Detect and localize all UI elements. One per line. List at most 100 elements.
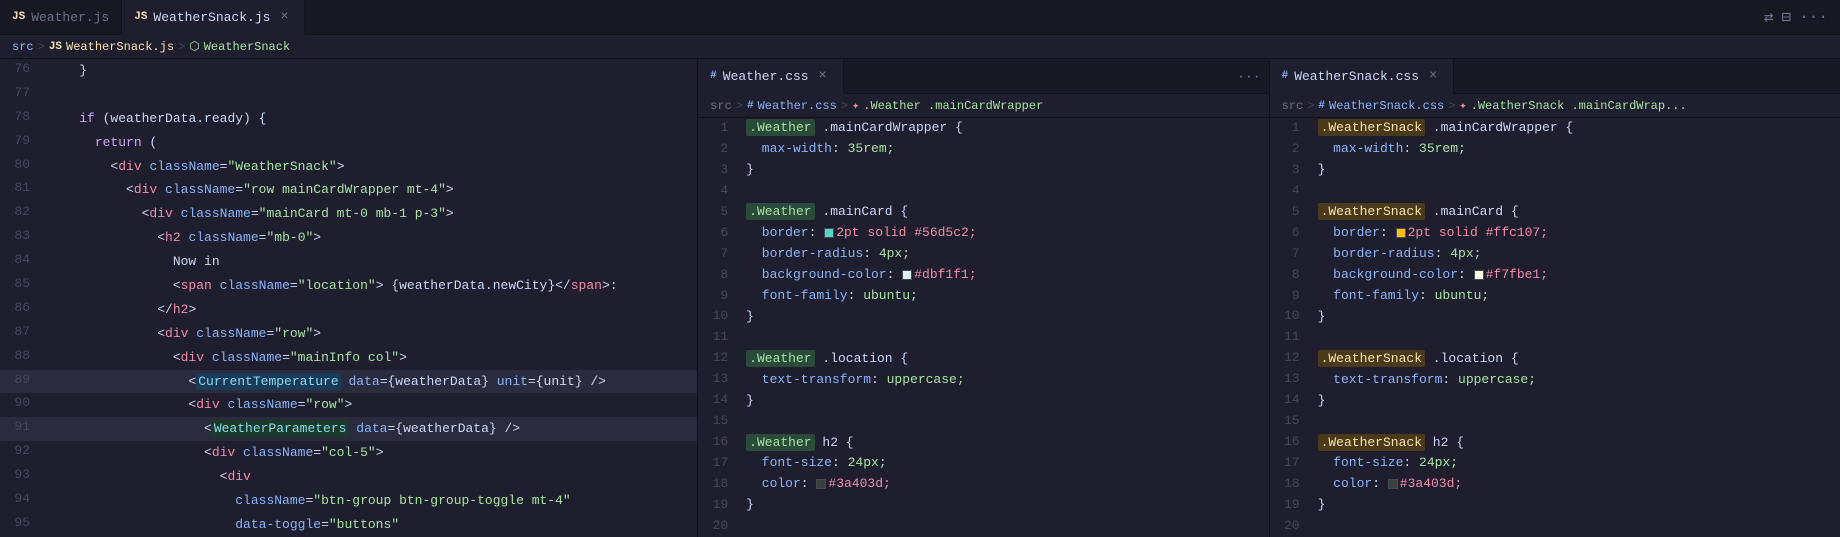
css-line-2: 2 max-width: 35rem; bbox=[698, 139, 1268, 160]
line-code: if (weatherData.ready) { bbox=[40, 107, 697, 131]
line-code: } bbox=[738, 390, 1268, 411]
js-code-area[interactable]: 76 } 77 78 if (weatherData.ready) { 79 r… bbox=[0, 59, 697, 537]
line-number: 20 bbox=[698, 516, 738, 537]
tab-weathercss-label: Weather.css bbox=[723, 69, 809, 84]
line-number: 88 bbox=[0, 346, 40, 370]
css-line-16: 16 .WeatherSnack h2 { bbox=[1270, 432, 1840, 453]
bc3-selector: .WeatherSnack .mainCardWrap... bbox=[1471, 99, 1687, 113]
css-line-8: 8 background-color: #f7fbe1; bbox=[1270, 265, 1840, 286]
line-number: 83 bbox=[0, 226, 40, 250]
line-number: 12 bbox=[1270, 348, 1310, 369]
bc2-file: Weather.css bbox=[758, 99, 837, 113]
line-number: 2 bbox=[1270, 139, 1310, 160]
line-code: <div className="mainInfo col"> bbox=[40, 346, 697, 370]
line-number: 82 bbox=[0, 202, 40, 226]
line-code: <div className="col-5"> bbox=[40, 441, 697, 465]
main-tab-bar: JS Weather.js JS WeatherSnack.js × ⇄ ⊟ ·… bbox=[0, 0, 1840, 35]
tab-weathercss[interactable]: # Weather.css × bbox=[698, 59, 843, 94]
line-number: 3 bbox=[1270, 160, 1310, 181]
code-line-76: 76 } bbox=[0, 59, 697, 83]
line-number: 89 bbox=[0, 370, 40, 394]
css-line-6: 6 border: 2pt solid #ffc107; bbox=[1270, 223, 1840, 244]
close-weathersnackcss[interactable]: × bbox=[1425, 68, 1441, 84]
line-code: .Weather h2 { bbox=[738, 432, 1268, 453]
line-number: 17 bbox=[698, 453, 738, 474]
line-code: .WeatherSnack h2 { bbox=[1310, 432, 1840, 453]
css-line-10: 10 } bbox=[698, 306, 1268, 327]
line-number: 20 bbox=[1270, 516, 1310, 537]
close-weathercss[interactable]: × bbox=[815, 68, 831, 84]
code-line-92: 92 <div className="col-5"> bbox=[0, 441, 697, 465]
line-code: Now in bbox=[40, 250, 697, 274]
line-number: 5 bbox=[698, 202, 738, 223]
line-number: 4 bbox=[698, 181, 738, 202]
code-line-86: 86 </h2> bbox=[0, 298, 697, 322]
line-code: } bbox=[738, 495, 1268, 516]
close-weathersnackjs[interactable]: × bbox=[276, 9, 292, 25]
line-number: 6 bbox=[698, 223, 738, 244]
line-code: color: #3a403d; bbox=[738, 474, 1268, 495]
line-number: 15 bbox=[698, 411, 738, 432]
more-actions-icon[interactable]: ··· bbox=[1799, 8, 1828, 26]
line-number: 1 bbox=[698, 118, 738, 139]
line-code: background-color: #dbf1f1; bbox=[738, 265, 1268, 286]
css-line-12: 12 .WeatherSnack .location { bbox=[1270, 348, 1840, 369]
line-code: max-width: 35rem; bbox=[738, 139, 1268, 160]
css-weather-code-area[interactable]: 1 .Weather .mainCardWrapper { 2 max-widt… bbox=[698, 118, 1268, 537]
line-number: 95 bbox=[0, 513, 40, 537]
line-number: 5 bbox=[1270, 202, 1310, 223]
line-number: 9 bbox=[698, 286, 738, 307]
tab-weatherjs[interactable]: JS Weather.js bbox=[0, 0, 122, 35]
line-code bbox=[1310, 327, 1840, 348]
code-line-79: 79 return ( bbox=[0, 131, 697, 155]
line-code bbox=[738, 181, 1268, 202]
bc2-selector: .Weather .mainCardWrapper bbox=[863, 99, 1043, 113]
css-line-11: 11 bbox=[1270, 327, 1840, 348]
breadcrumb-panel1: src > JS WeatherSnack.js > ⬡ WeatherSnac… bbox=[0, 35, 1840, 59]
tab-weathersnackjs-label: WeatherSnack.js bbox=[153, 10, 270, 25]
code-line-78: 78 if (weatherData.ready) { bbox=[0, 107, 697, 131]
line-code: <div className="mainCard mt-0 mb-1 p-3"> bbox=[40, 202, 697, 226]
line-code bbox=[738, 516, 1268, 537]
code-line-90: 90 <div className="row"> bbox=[0, 393, 697, 417]
panel2-more[interactable]: ··· bbox=[1229, 69, 1268, 84]
breadcrumb-panel2: src > # Weather.css > ✦ .Weather .mainCa… bbox=[698, 94, 1268, 118]
code-line-93: 93 <div bbox=[0, 465, 697, 489]
line-code: background-color: #f7fbe1; bbox=[1310, 265, 1840, 286]
line-number: 94 bbox=[0, 489, 40, 513]
line-number: 17 bbox=[1270, 453, 1310, 474]
code-line-88: 88 <div className="mainInfo col"> bbox=[0, 346, 697, 370]
line-code bbox=[1310, 411, 1840, 432]
css-line-6: 6 border: 2pt solid #56d5c2; bbox=[698, 223, 1268, 244]
bc2-symbol-icon: ✦ bbox=[852, 98, 859, 113]
line-code: border-radius: 4px; bbox=[1310, 244, 1840, 265]
css-line-8: 8 background-color: #dbf1f1; bbox=[698, 265, 1268, 286]
line-code: text-transform: uppercase; bbox=[1310, 369, 1840, 390]
css-line-18: 18 color: #3a403d; bbox=[1270, 474, 1840, 495]
css-line-3: 3 } bbox=[698, 160, 1268, 181]
line-code: .WeatherSnack .mainCardWrapper { bbox=[1310, 118, 1840, 139]
bc3-symbol-icon: ✦ bbox=[1459, 98, 1466, 113]
line-number: 16 bbox=[698, 432, 738, 453]
tab-weathersnackcss[interactable]: # WeatherSnack.css × bbox=[1270, 59, 1454, 94]
layout-icon[interactable]: ⊟ bbox=[1782, 7, 1792, 27]
code-line-82: 82 <div className="mainCard mt-0 mb-1 p-… bbox=[0, 202, 697, 226]
css-weathersnack-code-area[interactable]: 1 .WeatherSnack .mainCardWrapper { 2 max… bbox=[1270, 118, 1840, 537]
tab-weathersnackjs[interactable]: JS WeatherSnack.js × bbox=[122, 0, 305, 35]
line-number: 86 bbox=[0, 298, 40, 322]
line-code: } bbox=[1310, 390, 1840, 411]
line-code: font-size: 24px; bbox=[738, 453, 1268, 474]
css-line-1: 1 .Weather .mainCardWrapper { bbox=[698, 118, 1268, 139]
css-line-5: 5 .Weather .mainCard { bbox=[698, 202, 1268, 223]
line-number: 18 bbox=[698, 474, 738, 495]
line-number: 11 bbox=[698, 327, 738, 348]
split-editor-icon[interactable]: ⇄ bbox=[1764, 7, 1774, 27]
line-number: 77 bbox=[0, 83, 40, 107]
code-line-94: 94 className="btn-group btn-group-toggle… bbox=[0, 489, 697, 513]
line-number: 8 bbox=[698, 265, 738, 286]
line-code: } bbox=[738, 306, 1268, 327]
code-line-85: 85 <span className="location"> {weatherD… bbox=[0, 274, 697, 298]
line-number: 78 bbox=[0, 107, 40, 131]
css-line-15: 15 bbox=[1270, 411, 1840, 432]
line-number: 7 bbox=[1270, 244, 1310, 265]
